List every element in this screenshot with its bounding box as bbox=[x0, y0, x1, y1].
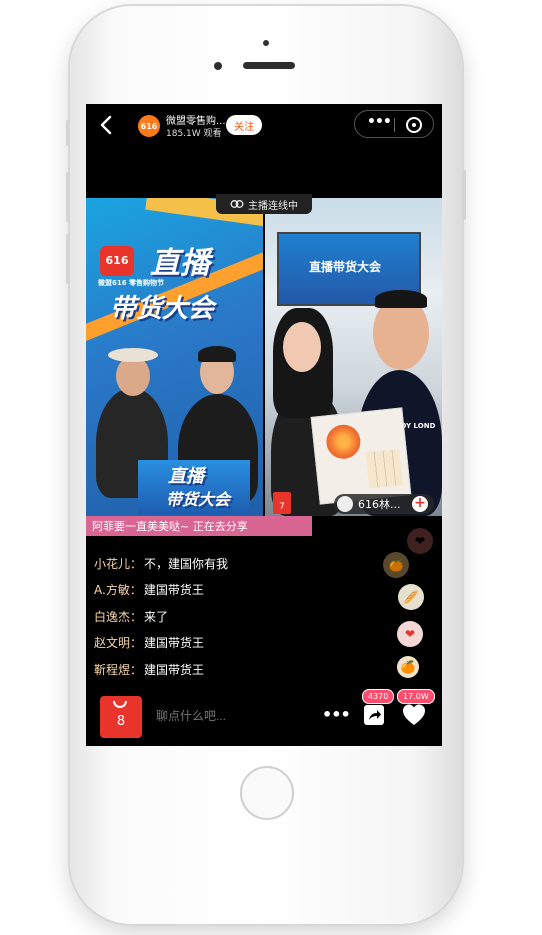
poster-title-line1: 直播 bbox=[150, 246, 210, 281]
phone-front-camera bbox=[214, 62, 222, 70]
product-bag-small[interactable]: 7 bbox=[273, 492, 291, 514]
host-person-1-head bbox=[116, 356, 150, 396]
live-video-area[interactable]: 主播连线中 616 微盟616 零售购物节 直播 带货大会 直播 带货大会 直播… bbox=[86, 194, 442, 536]
comment-item: 赵文明： 建国带货王 bbox=[94, 630, 228, 657]
guest-video-right[interactable]: 直播带货大会 BOY LOND bbox=[265, 198, 442, 516]
app-screen: 616 微盟零售购... 185.1W 观看 关注 ••• 主播连线中 616 … bbox=[86, 104, 442, 746]
desk-poster: 直播 带货大会 bbox=[138, 460, 250, 514]
background-screen-text: 直播带货大会 bbox=[309, 260, 382, 274]
comment-user[interactable]: A.方敏： bbox=[94, 581, 142, 598]
comment-user[interactable]: 小花儿： bbox=[94, 555, 142, 572]
share-icon[interactable] bbox=[363, 704, 385, 726]
phone-side-button bbox=[66, 120, 70, 146]
close-circle-icon[interactable] bbox=[406, 117, 422, 133]
back-arrow-icon[interactable] bbox=[96, 114, 118, 136]
co-host-status-label: 主播连线中 bbox=[248, 200, 298, 212]
chat-input[interactable] bbox=[156, 707, 276, 725]
desk-poster-line2: 带货大会 bbox=[166, 490, 231, 509]
guest-info-pill[interactable]: 616林... + bbox=[334, 494, 434, 514]
comment-item: 靳程煜： 建国带货王 bbox=[94, 656, 228, 683]
shopping-bag-icon bbox=[113, 701, 127, 708]
phone-volume-down bbox=[66, 234, 70, 284]
product-items bbox=[365, 448, 404, 489]
phone-volume-up bbox=[66, 172, 70, 222]
comment-user[interactable]: 白逸杰： bbox=[94, 608, 142, 625]
comment-list: 小花儿： 不，建国你有我 A.方敏： 建国带货王 白逸杰： 来了 赵文明： 建国… bbox=[94, 550, 228, 683]
miniprogram-capsule: ••• bbox=[354, 110, 434, 138]
phone-camera-dot bbox=[263, 40, 269, 46]
product-box bbox=[310, 407, 412, 505]
floating-bread-icon: 🥖 bbox=[398, 584, 424, 610]
comment-text: 不，建国你有我 bbox=[144, 556, 229, 571]
comment-item: 小花儿： 不，建国你有我 bbox=[94, 550, 228, 577]
comment-item: A.方敏： 建国带货王 bbox=[94, 577, 228, 604]
more-dots-icon[interactable]: ••• bbox=[322, 705, 351, 725]
comment-user[interactable]: 靳程煜： bbox=[94, 661, 142, 678]
link-icon bbox=[230, 200, 244, 208]
shopping-bag-count: 8 bbox=[116, 714, 126, 729]
comment-user[interactable]: 赵文明： bbox=[94, 634, 142, 651]
comment-item: 白逸杰： 来了 bbox=[94, 603, 228, 630]
floating-orange-icon: 🍊 bbox=[397, 656, 419, 678]
streamer-avatar[interactable]: 616 bbox=[138, 115, 160, 137]
capsule-divider bbox=[394, 118, 395, 132]
viewer-count: 185.1W 观看 bbox=[166, 129, 222, 139]
floating-sweet-icon: 🍊 bbox=[383, 552, 409, 578]
comment-text: 建国带货王 bbox=[144, 662, 205, 677]
promo-banner: 阿菲要一直美美哒~ 正在去分享 bbox=[86, 516, 312, 536]
follow-button[interactable]: 关注 bbox=[226, 115, 262, 135]
host-person-2-hair bbox=[198, 346, 236, 362]
product-flower bbox=[324, 423, 363, 461]
floating-gift-icon: ❤ bbox=[407, 528, 433, 554]
phone-power-button bbox=[462, 170, 466, 220]
guest-name: 616林... bbox=[358, 498, 401, 511]
desk-poster-line1: 直播 bbox=[168, 466, 204, 487]
comment-text: 建国带货王 bbox=[143, 583, 204, 598]
guest-person-1-face bbox=[283, 322, 321, 372]
host-video-left[interactable]: 616 微盟616 零售购物节 直播 带货大会 直播 带货大会 bbox=[86, 198, 263, 516]
poster-title-line2: 带货大会 bbox=[110, 294, 215, 324]
co-host-status: 主播连线中 bbox=[216, 194, 312, 214]
guest-avatar bbox=[337, 496, 353, 512]
floating-heart-icon: ❤ bbox=[397, 621, 423, 647]
phone-speaker bbox=[243, 62, 295, 69]
heart-icon[interactable] bbox=[401, 702, 427, 728]
guest-person-2-hair bbox=[375, 290, 427, 308]
share-count-badge: 4370 bbox=[362, 689, 395, 704]
phone-home-button[interactable] bbox=[240, 766, 294, 820]
comment-text: 建国带货王 bbox=[144, 636, 205, 651]
host-person-1-hat bbox=[108, 348, 158, 362]
poster-badge: 616 bbox=[100, 246, 134, 276]
shopping-bag-button[interactable]: 8 bbox=[100, 696, 142, 738]
comment-text: 来了 bbox=[144, 609, 169, 624]
more-dots-icon[interactable]: ••• bbox=[367, 115, 392, 132]
guest-follow-button[interactable]: + bbox=[412, 496, 428, 512]
